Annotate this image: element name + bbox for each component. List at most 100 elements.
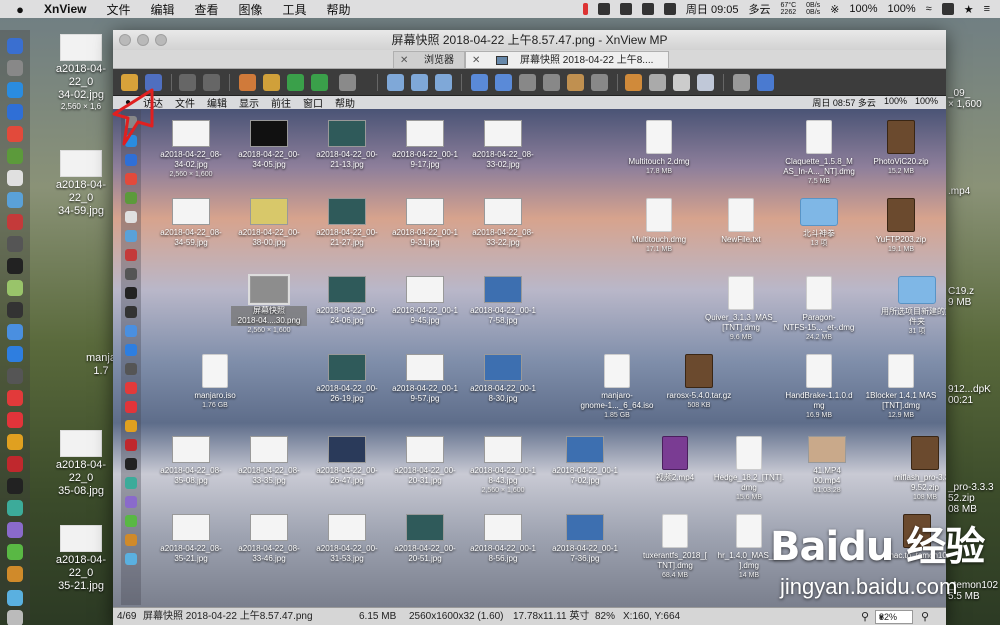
help-icon[interactable] xyxy=(757,74,774,91)
appstore-icon[interactable] xyxy=(7,346,23,362)
adjust-icon[interactable] xyxy=(339,74,356,91)
close-tab-icon[interactable]: ✕ xyxy=(400,52,408,69)
trash-icon[interactable] xyxy=(7,610,23,625)
screenshot-file-item: a2018-04-22_00-1 8-30.jpg xyxy=(465,354,541,404)
desktop-file[interactable]: _pro-3.3.3 52.zip 08 MB xyxy=(948,482,1000,515)
menu-help[interactable]: 帮助 xyxy=(327,1,351,18)
tab-image[interactable]: ✕ 屏幕快照 2018-04-22 上午8.... xyxy=(465,51,669,68)
rotate-left-icon[interactable] xyxy=(287,74,304,91)
desktop-file[interactable]: a2018-04-22_0 34-02.jpg 2,560 × 1,6 xyxy=(48,34,114,111)
launchpad-icon[interactable] xyxy=(7,60,23,76)
app-red-icon[interactable] xyxy=(7,126,23,142)
finder-icon[interactable] xyxy=(7,38,23,54)
menu-image[interactable]: 图像 xyxy=(239,1,263,18)
rotate-right-icon[interactable] xyxy=(311,74,328,91)
wechat-dock-icon[interactable] xyxy=(7,544,23,560)
android-icon[interactable] xyxy=(7,148,23,164)
previous-icon[interactable] xyxy=(471,74,488,91)
resize-icon[interactable] xyxy=(263,74,280,91)
menu-tools[interactable]: 工具 xyxy=(283,1,307,18)
tab-browser[interactable]: ✕ 浏览器 xyxy=(393,51,465,68)
minimize-window-button[interactable] xyxy=(137,34,149,46)
display-icon[interactable] xyxy=(663,3,676,15)
inner-menu-item: 帮助 xyxy=(335,99,356,110)
download-icon[interactable] xyxy=(7,324,23,340)
maps-icon[interactable] xyxy=(7,280,23,296)
close-window-button[interactable] xyxy=(119,34,131,46)
star-icon[interactable]: ★ xyxy=(964,3,974,16)
terminal-icon[interactable] xyxy=(7,258,23,274)
app-dark-icon[interactable] xyxy=(7,302,23,318)
battery-percent[interactable]: 100% xyxy=(849,3,877,15)
gear-icon[interactable] xyxy=(733,74,750,91)
crop-icon[interactable] xyxy=(239,74,256,91)
screenshot-file-item: a2018-04-22_00- 20-51.jpg xyxy=(387,514,463,564)
capture-icon[interactable] xyxy=(697,74,714,91)
s-app-icon[interactable] xyxy=(941,3,954,15)
console-icon[interactable] xyxy=(7,478,23,494)
desktop-file[interactable]: _09_ × 1,600 xyxy=(948,88,1000,110)
yandex-icon[interactable] xyxy=(7,412,23,428)
weather-text[interactable]: 多云 xyxy=(749,1,771,17)
desktop-file[interactable]: a2018-04-22_0 34-59.jpg xyxy=(48,150,114,218)
menu-list-icon[interactable]: ≡ xyxy=(984,3,990,15)
zoom-fit-icon[interactable] xyxy=(411,74,428,91)
redo-icon[interactable] xyxy=(203,74,220,91)
menu-view[interactable]: 查看 xyxy=(195,1,219,18)
file-name: tuxerantfs_2018_[TNT].dmg xyxy=(642,551,708,570)
media-icon[interactable] xyxy=(7,170,23,186)
file-name: Multitouch.dmg xyxy=(631,235,687,244)
folder-icon[interactable] xyxy=(7,590,23,606)
next-icon[interactable] xyxy=(495,74,512,91)
first-icon[interactable] xyxy=(519,74,536,91)
desktop-file[interactable]: manja 1.7 xyxy=(86,350,116,378)
desktop-file[interactable]: a2018-04-22_0 35-08.jpg xyxy=(48,430,114,498)
settings-icon[interactable] xyxy=(7,368,23,384)
fullscreen-icon[interactable] xyxy=(591,74,608,91)
netease-icon[interactable] xyxy=(7,214,23,230)
apple-menu-icon[interactable]: ● xyxy=(12,2,28,17)
app-teal-icon[interactable] xyxy=(7,500,23,516)
copy-icon[interactable] xyxy=(649,74,666,91)
file-name: a2018-04-22_00- 26-47.jpg xyxy=(316,466,378,485)
print-icon[interactable] xyxy=(673,74,690,91)
zoom-out-icon[interactable] xyxy=(435,74,452,91)
paw-icon[interactable] xyxy=(619,3,632,15)
app-gray-icon[interactable] xyxy=(7,236,23,252)
screenshot-file-item: a2018-04-22_00-1 7-02.jpg xyxy=(547,436,623,486)
undo-icon[interactable] xyxy=(179,74,196,91)
send-icon[interactable] xyxy=(7,192,23,208)
last-icon[interactable] xyxy=(543,74,560,91)
window-titlebar[interactable]: 屏幕快照 2018-04-22 上午8.57.47.png - XnView M… xyxy=(113,30,946,50)
menu-file[interactable]: 文件 xyxy=(106,1,130,18)
close-tab-icon[interactable]: ✕ xyxy=(472,52,480,69)
record-icon[interactable] xyxy=(582,3,588,15)
wechat-icon[interactable] xyxy=(641,3,654,15)
desktop-file[interactable]: .mp4 xyxy=(948,186,1000,197)
desktop-file[interactable]: C19.z 9 MB xyxy=(948,286,1000,308)
menu-edit[interactable]: 编辑 xyxy=(150,1,174,18)
wifi-icon[interactable]: ≈ xyxy=(926,3,932,15)
chrome-icon[interactable] xyxy=(7,434,23,450)
zoom-window-button[interactable] xyxy=(155,34,167,46)
image-thumbnail xyxy=(406,514,444,541)
zoom-in-icon[interactable] xyxy=(387,74,404,91)
bluetooth-icon[interactable]: ※ xyxy=(830,3,839,16)
preview-icon[interactable] xyxy=(7,104,23,120)
slideshow-icon[interactable] xyxy=(567,74,584,91)
screenshot-file-item: a2018-04-22_08- 35-08.jpg xyxy=(153,436,229,486)
file-meta: 19.1 MB xyxy=(887,246,915,253)
vivaldi-icon[interactable] xyxy=(7,456,23,472)
status-filename: 屏幕快照 2018-04-22 上午8.57.47.png xyxy=(143,611,313,622)
sun-icon[interactable] xyxy=(7,566,23,582)
weibo-icon[interactable] xyxy=(7,390,23,406)
app-purple-icon[interactable] xyxy=(7,522,23,538)
desktop-file[interactable]: 912...dpK 00:21 xyxy=(948,384,1000,406)
safari-icon[interactable] xyxy=(7,82,23,98)
tray-app-icon[interactable] xyxy=(597,3,610,15)
app-menu-xnview[interactable]: XnView xyxy=(44,2,86,16)
battery-percent-2[interactable]: 100% xyxy=(888,3,916,15)
clock[interactable]: 周日 09:05 xyxy=(686,1,739,17)
edit-icon[interactable] xyxy=(625,74,642,91)
desktop-file[interactable]: a2018-04-22_0 35-21.jpg xyxy=(48,525,114,593)
